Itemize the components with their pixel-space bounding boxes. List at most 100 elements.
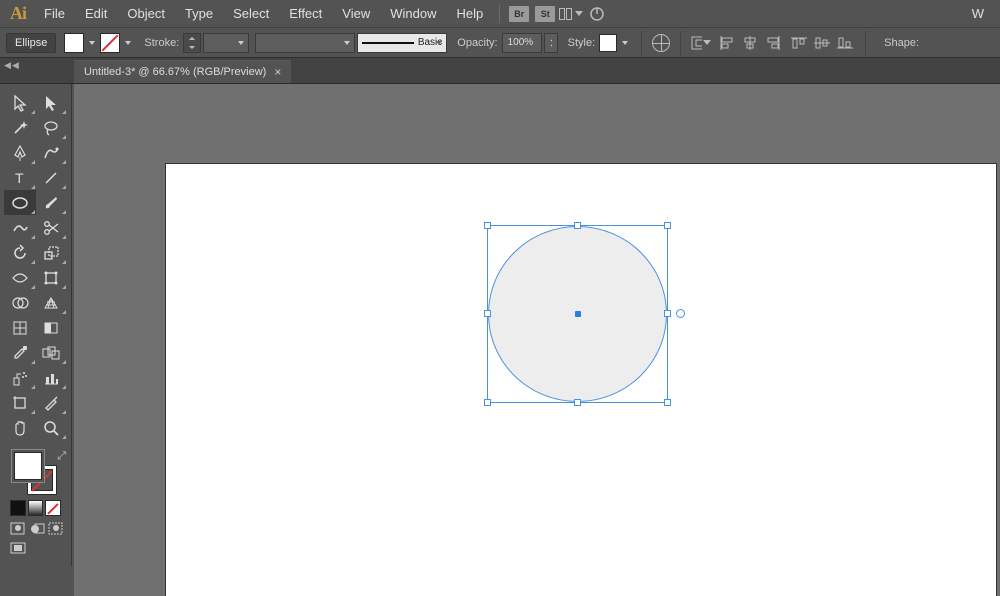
variable-width-profile[interactable]	[255, 33, 355, 53]
menu-select[interactable]: Select	[223, 0, 279, 28]
recolor-artwork-button[interactable]	[652, 34, 670, 52]
workspace-switcher[interactable]: W	[962, 0, 994, 28]
zoom-tool[interactable]	[36, 415, 68, 440]
brush-label: Basic	[418, 37, 442, 48]
ellipse-tool[interactable]	[4, 190, 36, 215]
brush-definition[interactable]: Basic	[357, 33, 447, 53]
type-tool[interactable]: T	[4, 165, 36, 190]
shape-builder-tool[interactable]	[4, 290, 36, 315]
gpu-preview-button[interactable]	[586, 4, 608, 24]
resize-handle-top-right[interactable]	[664, 222, 671, 229]
fill-stroke-control[interactable]: ⤢	[14, 452, 56, 494]
menu-file[interactable]: File	[34, 0, 75, 28]
direct-selection-tool[interactable]	[36, 90, 68, 115]
draw-inside-icon[interactable]	[48, 522, 64, 536]
menu-view[interactable]: View	[332, 0, 380, 28]
resize-handle-bottom-center[interactable]	[574, 399, 581, 406]
align-vcenter-button[interactable]	[812, 33, 832, 53]
align-right-button[interactable]	[763, 33, 783, 53]
symbol-sprayer-tool[interactable]	[4, 365, 36, 390]
workspace-area[interactable]	[74, 84, 1000, 596]
menu-effect[interactable]: Effect	[279, 0, 332, 28]
type-icon: T	[13, 171, 27, 185]
selection-bounding-box[interactable]	[487, 225, 668, 403]
eyedropper-tool[interactable]	[4, 340, 36, 365]
stock-button[interactable]: St	[534, 4, 556, 24]
free-transform-icon	[43, 270, 59, 286]
graphic-style-swatch[interactable]	[599, 34, 617, 52]
blend-icon	[42, 346, 60, 360]
separator	[641, 31, 642, 55]
stroke-swatch[interactable]	[100, 33, 120, 53]
slice-tool[interactable]	[36, 390, 68, 415]
color-mode-button[interactable]	[10, 500, 26, 516]
document-tab[interactable]: Untitled-3* @ 66.67% (RGB/Preview) ×	[74, 60, 291, 83]
align-left-icon	[719, 36, 735, 50]
align-left-button[interactable]	[717, 33, 737, 53]
rotate-tool[interactable]	[4, 240, 36, 265]
menu-bar: Ai File Edit Object Type Select Effect V…	[0, 0, 1000, 28]
blend-tool[interactable]	[36, 340, 68, 365]
menu-type[interactable]: Type	[175, 0, 223, 28]
dock-toggle[interactable]: ◀◀	[4, 60, 20, 71]
bridge-button[interactable]: Br	[508, 4, 530, 24]
chevron-right-icon	[550, 39, 552, 47]
brush-line-icon	[362, 42, 414, 44]
gradient-mode-button[interactable]	[28, 500, 44, 516]
artboard[interactable]	[166, 164, 996, 596]
menu-help[interactable]: Help	[446, 0, 493, 28]
swap-fill-stroke-icon[interactable]: ⤢	[57, 450, 66, 463]
gradient-tool[interactable]	[36, 315, 68, 340]
resize-handle-top-center[interactable]	[574, 222, 581, 229]
stroke-weight-field[interactable]	[203, 33, 249, 53]
menu-window[interactable]: Window	[380, 0, 446, 28]
free-transform-tool[interactable]	[36, 265, 68, 290]
arrange-documents-button[interactable]	[560, 4, 582, 24]
opacity-field[interactable]: 100%	[502, 33, 542, 53]
close-tab-button[interactable]: ×	[274, 66, 281, 78]
stroke-dropdown[interactable]	[122, 33, 134, 53]
line-segment-tool[interactable]	[36, 165, 68, 190]
draw-normal-icon[interactable]	[10, 522, 26, 536]
align-to-button[interactable]	[691, 33, 711, 53]
opacity-more[interactable]	[544, 33, 558, 53]
magic-wand-tool[interactable]	[4, 115, 36, 140]
column-graph-tool[interactable]	[36, 365, 68, 390]
fill-swatch[interactable]	[64, 33, 84, 53]
resize-handle-top-left[interactable]	[484, 222, 491, 229]
fill-color-swatch[interactable]	[14, 452, 42, 480]
artboard-tool[interactable]	[4, 390, 36, 415]
resize-handle-middle-left[interactable]	[484, 310, 491, 317]
pen-tool[interactable]	[4, 140, 36, 165]
align-hcenter-button[interactable]	[740, 33, 760, 53]
paintbrush-tool[interactable]	[36, 190, 68, 215]
resize-handle-bottom-left[interactable]	[484, 399, 491, 406]
eyedropper-icon	[12, 345, 28, 361]
selection-tool[interactable]	[4, 90, 36, 115]
document-tab-strip: ◀◀ Untitled-3* @ 66.67% (RGB/Preview) ×	[0, 58, 1000, 84]
resize-handle-bottom-right[interactable]	[664, 399, 671, 406]
menu-object[interactable]: Object	[117, 0, 175, 28]
curvature-tool[interactable]	[36, 140, 68, 165]
stroke-weight-stepper[interactable]	[183, 33, 201, 53]
hand-tool[interactable]	[4, 415, 36, 440]
align-top-button[interactable]	[789, 33, 809, 53]
align-bottom-button[interactable]	[835, 33, 855, 53]
separator	[499, 5, 500, 23]
fill-dropdown[interactable]	[86, 33, 98, 53]
perspective-grid-tool[interactable]	[36, 290, 68, 315]
scale-tool[interactable]	[36, 240, 68, 265]
scissors-tool[interactable]	[36, 215, 68, 240]
mesh-tool[interactable]	[4, 315, 36, 340]
lasso-tool[interactable]	[36, 115, 68, 140]
graphic-style-dropdown[interactable]	[619, 33, 631, 53]
screen-mode-button[interactable]	[10, 542, 26, 556]
draw-behind-icon[interactable]	[29, 522, 45, 536]
shaper-tool[interactable]	[4, 215, 36, 240]
resize-handle-middle-right[interactable]	[664, 310, 671, 317]
width-tool[interactable]	[4, 265, 36, 290]
menu-edit[interactable]: Edit	[75, 0, 117, 28]
pie-widget-handle[interactable]	[676, 309, 685, 318]
none-mode-button[interactable]	[45, 500, 61, 516]
curvature-icon	[43, 145, 59, 161]
